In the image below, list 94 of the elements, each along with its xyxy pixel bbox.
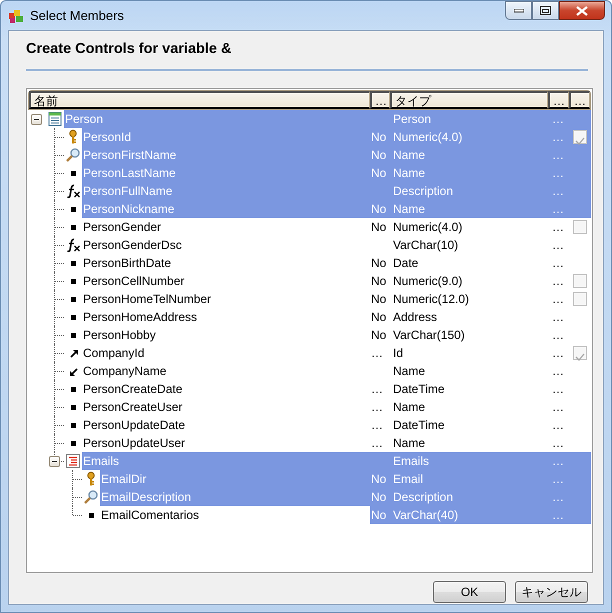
window-title: Select Members — [30, 6, 124, 25]
member-name[interactable]: PersonBirthDate — [82, 254, 370, 272]
checkbox[interactable] — [573, 346, 587, 360]
collapse-button[interactable] — [31, 114, 42, 125]
more-button[interactable]: … — [549, 380, 570, 398]
type-cell-text: Numeric(12.0) — [392, 291, 470, 308]
member-name[interactable]: PersonCreateUser — [82, 398, 370, 416]
minimize-icon — [514, 8, 524, 12]
type-cell: Name — [390, 200, 549, 218]
cubes-icon — [8, 8, 24, 24]
checkbox[interactable] — [573, 292, 587, 306]
nullable-cell-text: No — [370, 327, 388, 344]
nullable-cell: No — [370, 506, 390, 524]
close-button[interactable] — [559, 1, 605, 20]
nullable-cell-text: … — [370, 381, 384, 398]
nullable-cell-text: … — [370, 399, 384, 416]
type-cell-text: VarChar(150) — [392, 327, 466, 344]
collapse-button[interactable] — [49, 456, 60, 467]
dialog-heading: Create Controls for variable & — [26, 40, 232, 57]
more-button[interactable]: … — [549, 218, 570, 236]
member-name[interactable]: PersonUpdateDate — [82, 416, 370, 434]
member-name[interactable]: EmailComentarios — [100, 506, 370, 524]
more-button[interactable]: … — [549, 272, 570, 290]
nullable-cell-text: No — [370, 273, 388, 290]
more-button[interactable]: … — [549, 434, 570, 452]
type-cell-text: Name — [392, 363, 426, 380]
column-header[interactable]: タイプ — [390, 91, 548, 109]
type-cell: Person — [370, 110, 549, 128]
dialog-button[interactable]: キャンセル — [515, 581, 588, 603]
type-cell: VarChar(40) — [390, 506, 549, 524]
type-cell: Description — [390, 488, 549, 506]
list-icon — [65, 453, 81, 469]
nullable-cell-text: … — [370, 417, 384, 434]
nullable-cell-text: No — [370, 255, 388, 272]
member-name[interactable]: PersonGender — [82, 218, 370, 236]
type-cell: Name — [390, 146, 549, 164]
nullable-cell: No — [370, 164, 390, 182]
checkbox[interactable] — [573, 220, 587, 234]
more-button[interactable]: … — [549, 398, 570, 416]
nullable-cell-text: … — [370, 435, 384, 452]
type-cell-text: DateTime — [392, 417, 446, 434]
type-cell: Emails — [370, 452, 549, 470]
nullable-cell: No — [370, 128, 390, 146]
nullable-cell-text: No — [370, 219, 388, 236]
maximize-icon — [540, 6, 551, 15]
type-cell-text: Id — [392, 345, 404, 362]
type-cell-text: Name — [392, 399, 426, 416]
more-button[interactable]: … — [549, 236, 570, 254]
more-button[interactable]: … — [549, 416, 570, 434]
member-name[interactable]: CompanyName — [82, 362, 370, 380]
more-button[interactable]: … — [549, 290, 570, 308]
member-name[interactable]: PersonHobby — [82, 326, 370, 344]
type-cell: Numeric(4.0) — [390, 128, 549, 146]
more-button[interactable]: … — [549, 344, 570, 362]
type-cell-text: VarChar(10) — [392, 237, 460, 254]
search-icon — [65, 147, 81, 163]
type-cell-text: DateTime — [392, 381, 446, 398]
nullable-cell-text: … — [370, 345, 384, 362]
nullable-cell-text: No — [370, 309, 388, 326]
column-header[interactable]: 名前 — [29, 91, 370, 109]
member-name[interactable]: PersonHomeAddress — [82, 308, 370, 326]
type-cell-text: Date — [392, 255, 420, 272]
member-name[interactable]: PersonUpdateUser — [82, 434, 370, 452]
more-button[interactable]: … — [549, 308, 570, 326]
type-cell-text: Address — [392, 309, 438, 326]
type-cell-text: Numeric(9.0) — [392, 273, 464, 290]
nullable-cell: No — [370, 146, 390, 164]
maximize-button[interactable] — [532, 1, 559, 20]
member-name[interactable]: PersonCreateDate — [82, 380, 370, 398]
more-button[interactable]: … — [549, 326, 570, 344]
nullable-cell: No — [370, 200, 390, 218]
member-name[interactable]: PersonGenderDsc — [82, 236, 370, 254]
close-icon — [576, 6, 588, 16]
formula-icon — [65, 183, 81, 199]
type-cell: Description — [370, 182, 549, 200]
minimize-button[interactable] — [505, 1, 532, 20]
checkbox[interactable] — [573, 274, 587, 288]
more-button[interactable]: … — [549, 254, 570, 272]
dialog-button[interactable]: OK — [433, 581, 506, 603]
member-name[interactable]: PersonHomeTelNumber — [82, 290, 370, 308]
checkbox[interactable] — [573, 130, 587, 144]
member-name[interactable]: PersonCellNumber — [82, 272, 370, 290]
nullable-cell: No — [370, 488, 390, 506]
formula-icon — [65, 237, 81, 253]
type-cell-text: Name — [392, 435, 426, 452]
more-button[interactable]: … — [549, 362, 570, 380]
search-icon — [83, 489, 99, 505]
type-cell: Email — [390, 470, 549, 488]
nullable-cell: No — [370, 470, 390, 488]
table-icon — [47, 111, 63, 127]
member-name[interactable]: CompanyId — [82, 344, 370, 362]
nullable-cell-text: No — [370, 291, 388, 308]
type-cell-text: Numeric(4.0) — [392, 219, 464, 236]
type-cell: Name — [390, 164, 549, 182]
